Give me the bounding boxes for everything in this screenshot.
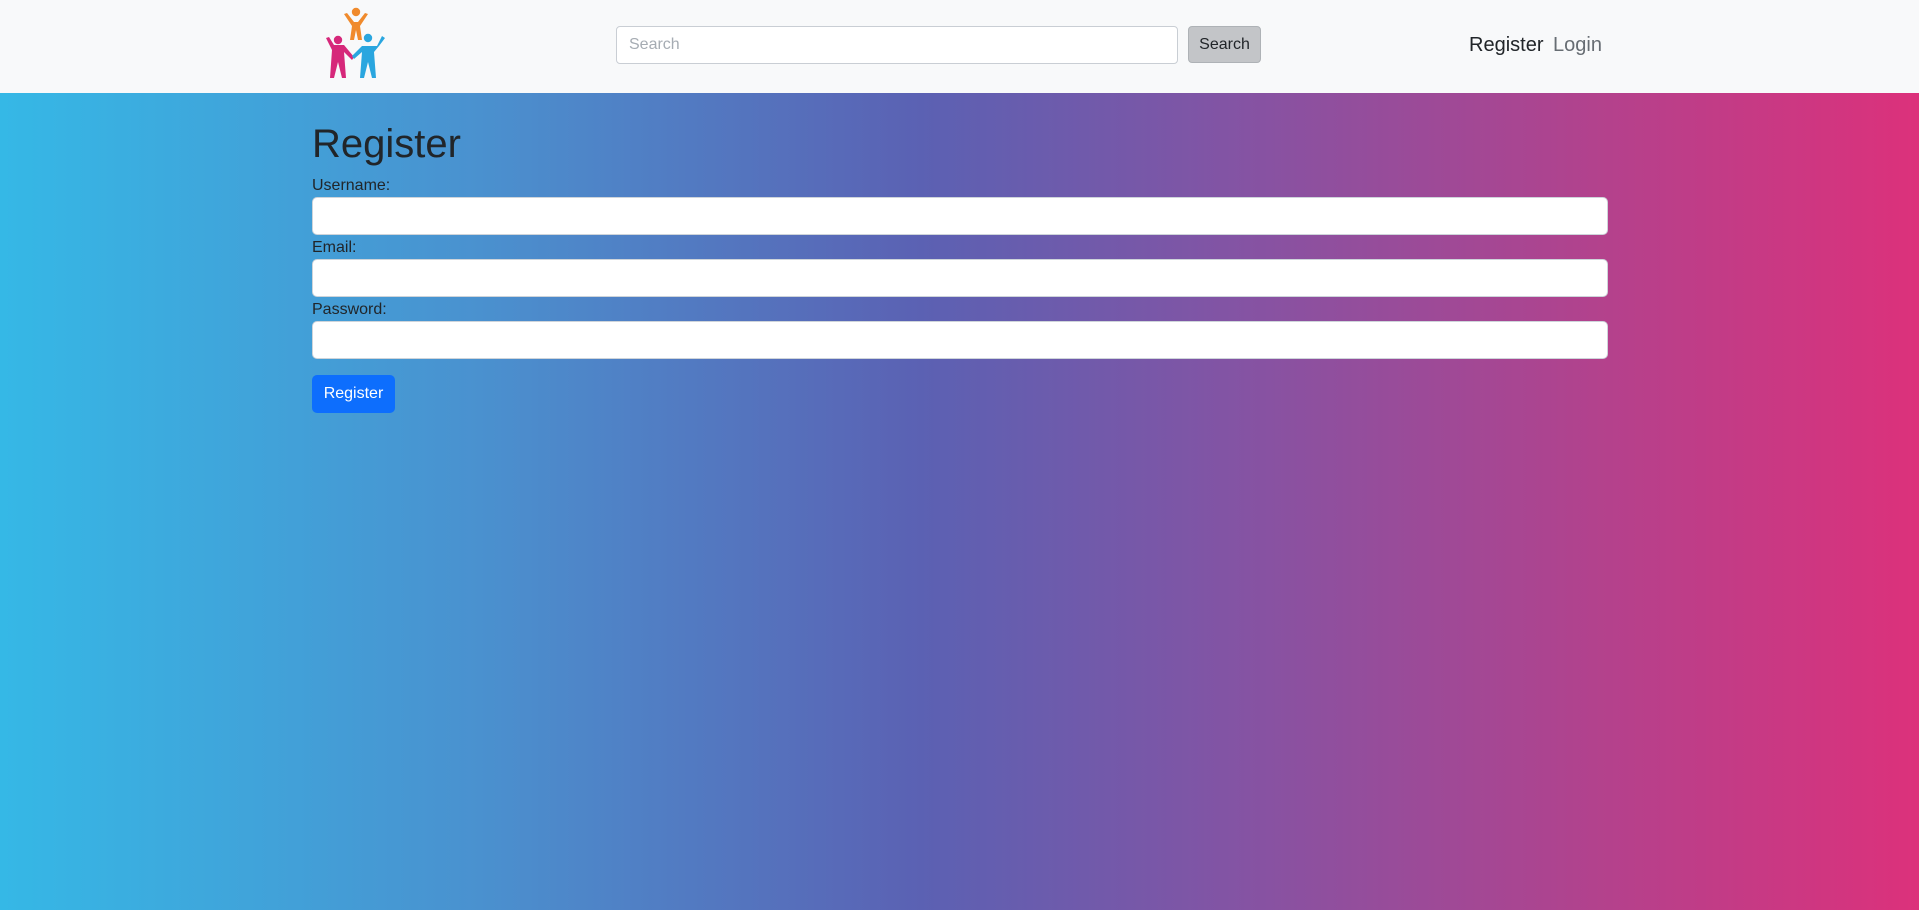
email-label: Email: [312,239,357,256]
nav-link-register[interactable]: Register [1469,33,1543,57]
nav-link-login[interactable]: Login [1553,33,1602,57]
password-input[interactable] [312,321,1608,359]
register-submit-button[interactable]: Register [312,375,395,413]
username-label: Username: [312,177,391,194]
page-title: Register [312,122,461,166]
search-button[interactable]: Search [1188,26,1261,63]
email-input[interactable] [312,259,1608,297]
username-input[interactable] [312,197,1608,235]
navbar: Search Register Login [0,0,1919,93]
people-celebrating-logo-icon[interactable] [322,6,386,82]
password-label: Password: [312,301,387,318]
search-input[interactable] [616,26,1178,64]
